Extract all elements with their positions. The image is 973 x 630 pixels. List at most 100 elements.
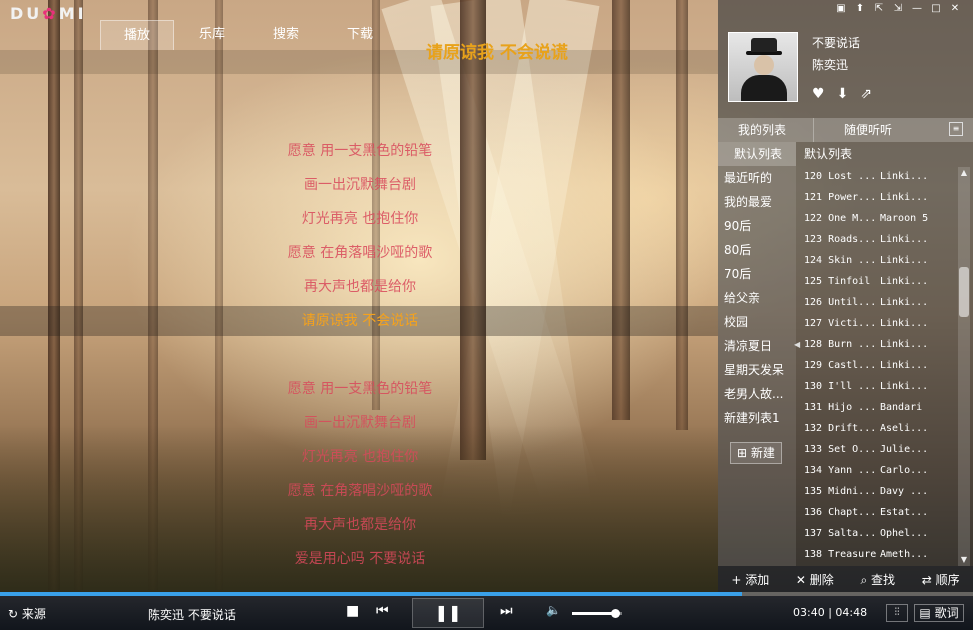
tab-play[interactable]: 播放 <box>100 20 174 50</box>
playlist-item[interactable]: 清凉夏日 <box>718 334 796 358</box>
track-row[interactable]: 127 Victi... Linki... <box>800 313 958 334</box>
play-order-button[interactable]: ⇄ 顺序 <box>922 571 960 588</box>
next-icon[interactable]: ⏭ <box>500 603 513 619</box>
track-list: 默认列表 120 Lost ... Linki... 121 Power... Lin… <box>800 142 958 566</box>
tab-random-listen[interactable]: 随便听听 <box>814 118 900 142</box>
tab-library[interactable]: 乐库 <box>175 20 249 50</box>
add-button[interactable]: + 添加 <box>731 571 769 588</box>
lyric-line: 再大声也都是给你 <box>304 279 416 295</box>
track-row[interactable]: 136 Chapt... Estat... <box>800 502 958 523</box>
track-row[interactable]: 121 Power... Linki... <box>800 187 958 208</box>
track-row[interactable]: 129 Castl... Linki... <box>800 355 958 376</box>
compact-mode-icon[interactable]: ⇲ <box>890 2 906 16</box>
new-playlist-button[interactable]: ⊞ 新建 <box>730 442 782 464</box>
scroll-down-icon[interactable]: ▼ <box>958 554 970 566</box>
track-row[interactable]: 132 Drift... Aseli... <box>800 418 958 439</box>
track-artist: Linki... <box>880 381 929 392</box>
download-icon[interactable]: ⬇ <box>837 86 849 102</box>
playlist-sidebar: 默认列表 最近听的 我的最爱 90后 80后 70后 给父亲 校园 清凉夏日 星期天发呆 老男人故.… <box>718 142 796 566</box>
previous-icon[interactable]: ⏮ <box>376 603 389 619</box>
playlist-item[interactable]: 最近听的 <box>718 166 796 190</box>
tab-search[interactable]: 搜索 <box>249 20 323 50</box>
volume-fill <box>572 612 615 615</box>
tab-download[interactable]: 下载 <box>323 20 397 50</box>
playlist-item[interactable]: 默认列表 <box>718 142 796 166</box>
delete-button[interactable]: ✕ 删除 <box>796 571 834 588</box>
logo-text: DU <box>10 4 43 23</box>
track-row[interactable]: 137 Salta... Ophel... <box>800 523 958 544</box>
now-playing-song: 不要说话 <box>812 36 861 50</box>
list-actions: + 添加 ✕ 删除 ⌕ 查找 ⇄ 顺序 <box>718 566 973 592</box>
track-row[interactable]: 125 Tinfoil Linki... <box>800 271 958 292</box>
heart-icon[interactable]: ♥ <box>812 86 825 102</box>
track-artist: Estat... <box>880 507 929 518</box>
equalizer-icon[interactable]: ⫶⫶ <box>886 604 908 622</box>
track-row[interactable]: 131 Hijo ... Bandari <box>800 397 958 418</box>
playlist-item[interactable]: 80后 <box>718 238 796 262</box>
playlist-item[interactable]: 我的最爱 <box>718 190 796 214</box>
total-time: 04:48 <box>835 606 868 619</box>
playlist-item[interactable]: 星期天发呆 <box>718 358 796 382</box>
track-row[interactable]: 123 Roads... Linki... <box>800 229 958 250</box>
track-artist: Bandari <box>880 402 923 413</box>
track-title: 131 Hijo ... <box>804 402 877 413</box>
track-row[interactable]: 124 Skin ... Linki... <box>800 250 958 271</box>
track-row[interactable]: 134 Yann ... Carlo... <box>800 460 958 481</box>
lyric-line: 愿意 用一支黑色的铅笔 <box>287 381 433 397</box>
share-icon[interactable]: ⇗ <box>860 86 872 102</box>
track-row[interactable]: 126 Until... Linki... <box>800 292 958 313</box>
scrollbar-thumb[interactable] <box>959 267 969 317</box>
track-title: 132 Drift... <box>804 423 877 434</box>
find-button[interactable]: ⌕ 查找 <box>861 571 896 588</box>
playlist-item[interactable]: 老男人故... <box>718 382 796 406</box>
close-icon[interactable]: ✕ <box>947 2 963 16</box>
track-title: 134 Yann ... <box>804 465 877 476</box>
minimize-icon[interactable]: — <box>909 2 925 16</box>
volume-icon[interactable]: 🔈 <box>546 603 561 617</box>
album-cover[interactable] <box>728 32 798 102</box>
lyric-line: 爱是用心吗 不要说话 <box>294 551 426 567</box>
now-playing-artist[interactable]: 陈奕迅 <box>812 56 848 73</box>
playlist-item[interactable]: 给父亲 <box>718 286 796 310</box>
track-artist: Linki... <box>880 255 929 266</box>
playlist-item[interactable]: 70后 <box>718 262 796 286</box>
skin-icon[interactable]: ▣ <box>833 2 849 16</box>
track-row[interactable]: 135 Midni... Davy ... <box>800 481 958 502</box>
track-row[interactable]: 138 Treasure Ameth... <box>800 544 958 565</box>
track-title: 127 Victi... <box>804 318 877 329</box>
track-artist: Aseli... <box>880 423 929 434</box>
track-artist: Linki... <box>880 234 929 245</box>
track-row[interactable]: 120 Lost ... Linki... <box>800 166 958 187</box>
lyrics-button[interactable]: ▤ 歌词 <box>914 604 964 622</box>
playlist-item[interactable]: 校园 <box>718 310 796 334</box>
track-row[interactable]: 133 Set O... Julie... <box>800 439 958 460</box>
track-row[interactable]: 122 One M... Maroon 5 <box>800 208 958 229</box>
track-artist: Linki... <box>880 339 929 350</box>
track-artist: Carlo... <box>880 465 929 476</box>
source-button[interactable]: ↻ 来源 <box>8 605 46 622</box>
lyric-line: 画一出沉默舞台剧 <box>304 415 416 431</box>
mini-mode-icon[interactable]: ⇱ <box>871 2 887 16</box>
playlist-item[interactable]: 90后 <box>718 214 796 238</box>
volume-slider[interactable] <box>572 609 622 618</box>
lyric-line: 画一出沉默舞台剧 <box>304 177 416 193</box>
track-list-scrollbar[interactable]: ▲ ▼ <box>958 167 970 566</box>
track-artist: Linki... <box>880 192 929 203</box>
lyric-line: 愿意 用一支黑色的铅笔 <box>287 143 433 159</box>
track-list-header: 默认列表 <box>804 147 853 161</box>
list-menu-icon[interactable]: ≡ <box>949 122 963 136</box>
volume-knob[interactable] <box>610 609 620 618</box>
track-row[interactable]: 128 Burn ... Linki... <box>800 334 958 355</box>
pause-button[interactable]: ❚❚ <box>412 598 484 628</box>
tab-my-list[interactable]: 我的列表 <box>718 118 814 142</box>
maximize-icon[interactable]: □ <box>928 2 944 16</box>
track-artist: Linki... <box>880 171 929 182</box>
track-row[interactable]: 130 I'll ... Linki... <box>800 376 958 397</box>
scroll-up-icon[interactable]: ▲ <box>958 167 970 179</box>
header-strip <box>0 50 718 74</box>
upload-icon[interactable]: ⬆ <box>852 2 868 16</box>
list-tabs: 我的列表 随便听听 ≡ <box>718 118 973 142</box>
playlist-item[interactable]: 新建列表1 <box>718 406 796 430</box>
track-artist: Davy ... <box>880 486 929 497</box>
stop-icon[interactable]: ■ <box>346 603 359 619</box>
